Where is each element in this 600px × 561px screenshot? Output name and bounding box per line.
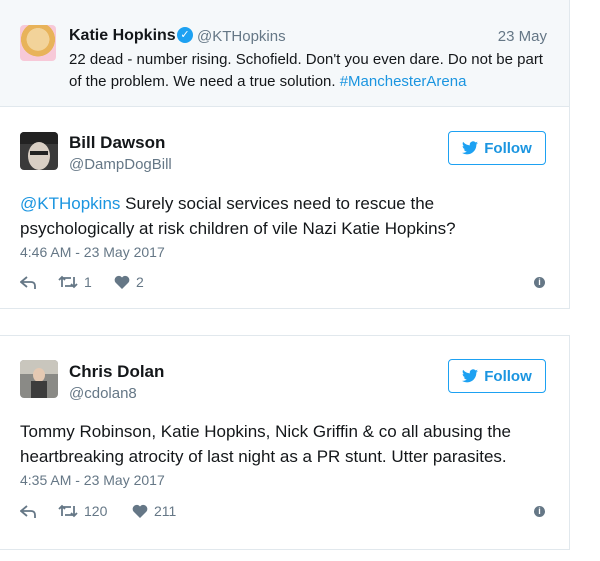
avatar[interactable] bbox=[20, 25, 56, 61]
retweet-count: 1 bbox=[84, 274, 92, 290]
author-name[interactable]: Chris Dolan bbox=[69, 362, 164, 382]
follow-button[interactable]: Follow bbox=[448, 131, 546, 165]
like-button[interactable]: 211 bbox=[132, 503, 176, 519]
tweet-card: Chris Dolan @cdolan8 Follow Tommy Robins… bbox=[0, 335, 570, 550]
info-icon[interactable]: i bbox=[534, 277, 545, 288]
follow-button[interactable]: Follow bbox=[448, 359, 546, 393]
like-count: 211 bbox=[154, 503, 177, 519]
reply-icon bbox=[20, 505, 36, 518]
follow-label: Follow bbox=[484, 367, 532, 385]
heart-icon bbox=[132, 504, 148, 518]
like-button[interactable]: 2 bbox=[114, 274, 144, 290]
avatar[interactable] bbox=[20, 132, 58, 170]
retweet-count: 120 bbox=[84, 503, 108, 519]
follow-label: Follow bbox=[484, 139, 532, 157]
tweet-date[interactable]: 23 May bbox=[498, 28, 547, 45]
twitter-bird-icon bbox=[462, 141, 479, 155]
heart-icon bbox=[114, 275, 130, 289]
quoted-tweet[interactable]: Katie Hopkins ✓ @KTHopkins 23 May 22 dea… bbox=[0, 0, 570, 107]
retweet-button[interactable]: 120 bbox=[58, 503, 107, 519]
hashtag-link[interactable]: #ManchesterArena bbox=[340, 73, 467, 90]
mention-link[interactable]: @KTHopkins bbox=[20, 194, 120, 213]
avatar[interactable] bbox=[20, 360, 58, 398]
author-handle[interactable]: @DampDogBill bbox=[69, 156, 172, 173]
tweet-text: 22 dead - number rising. Schofield. Don'… bbox=[69, 49, 549, 93]
author-name[interactable]: Bill Dawson bbox=[69, 133, 165, 153]
tweet-timestamp[interactable]: 4:46 AM - 23 May 2017 bbox=[20, 244, 165, 260]
info-icon[interactable]: i bbox=[534, 506, 545, 517]
tweet-card: Bill Dawson @DampDogBill Follow @KTHopki… bbox=[0, 106, 570, 309]
author-handle[interactable]: @cdolan8 bbox=[69, 385, 137, 402]
retweet-icon bbox=[58, 504, 78, 518]
tweet-body: 22 dead - number rising. Schofield. Don'… bbox=[69, 51, 543, 90]
tweet-text: @KTHopkins Surely social services need t… bbox=[20, 191, 550, 241]
reply-icon bbox=[20, 276, 36, 289]
twitter-bird-icon bbox=[462, 369, 479, 383]
author-name[interactable]: Katie Hopkins bbox=[69, 27, 176, 45]
author-handle[interactable]: @KTHopkins bbox=[197, 28, 286, 45]
retweet-button[interactable]: 1 bbox=[58, 274, 92, 290]
tweet-text: Tommy Robinson, Katie Hopkins, Nick Grif… bbox=[20, 422, 512, 466]
reply-button[interactable] bbox=[20, 505, 37, 519]
reply-button[interactable] bbox=[20, 276, 37, 290]
tweet-timestamp[interactable]: 4:35 AM - 23 May 2017 bbox=[20, 472, 165, 488]
retweet-icon bbox=[58, 275, 78, 289]
like-count: 2 bbox=[136, 274, 144, 290]
verified-icon: ✓ bbox=[177, 27, 193, 43]
